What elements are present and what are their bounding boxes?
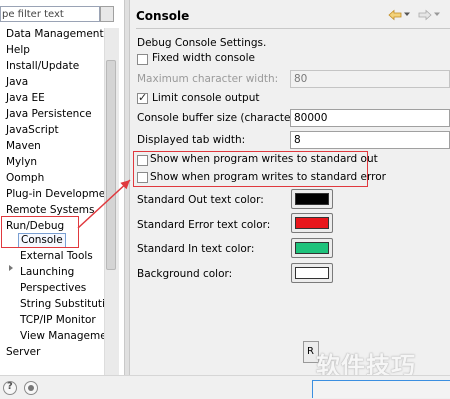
tab-width-label: Displayed tab width: — [137, 134, 246, 146]
fixed-width-checkbox[interactable] — [137, 54, 148, 65]
show-stdout-label: Show when program writes to standard out — [150, 153, 378, 165]
page-description: Debug Console Settings. — [137, 37, 267, 49]
stdin-color-label: Standard In text color: — [137, 243, 255, 255]
max-char-width-field — [290, 70, 450, 88]
stdin-color-swatch — [295, 242, 329, 254]
buffer-size-input[interactable] — [291, 110, 449, 126]
chevron-down-icon[interactable] — [404, 11, 410, 17]
help-icon[interactable] — [3, 381, 17, 395]
background-color-label: Background color: — [137, 268, 233, 280]
background-color-swatch — [295, 267, 329, 279]
limit-output-checkbox[interactable] — [137, 91, 148, 105]
dialog-button-edge[interactable] — [312, 380, 450, 398]
fixed-width-label: Fixed width console — [152, 52, 255, 64]
stdout-color-swatch — [295, 193, 329, 205]
show-stdout-checkbox[interactable] — [137, 155, 148, 166]
tab-width-field[interactable] — [290, 131, 450, 149]
max-char-width-label: Maximum character width: — [137, 73, 279, 85]
buffer-size-field[interactable] — [290, 109, 450, 127]
chevron-down-icon[interactable] — [434, 11, 440, 17]
max-char-width-input — [291, 71, 449, 87]
background-color-button[interactable] — [291, 263, 333, 283]
limit-output-label: Limit console output — [152, 92, 260, 104]
title-separator — [136, 28, 450, 29]
arrow-left-icon[interactable] — [388, 9, 402, 21]
stdout-color-button[interactable] — [291, 189, 333, 209]
stderr-color-label: Standard Error text color: — [137, 219, 271, 231]
stdout-color-label: Standard Out text color: — [137, 194, 264, 206]
stderr-color-swatch — [295, 217, 329, 229]
show-stderr-checkbox[interactable] — [137, 172, 148, 183]
tab-width-input[interactable] — [291, 132, 449, 148]
buffer-size-label: Console buffer size (characters): — [137, 112, 308, 124]
record-icon[interactable] — [24, 381, 38, 395]
page-title: Console — [136, 9, 190, 23]
stdin-color-button[interactable] — [291, 238, 333, 258]
show-stderr-label: Show when program writes to standard err… — [150, 171, 386, 183]
stderr-color-button[interactable] — [291, 213, 333, 233]
arrow-right-icon[interactable] — [418, 9, 432, 21]
